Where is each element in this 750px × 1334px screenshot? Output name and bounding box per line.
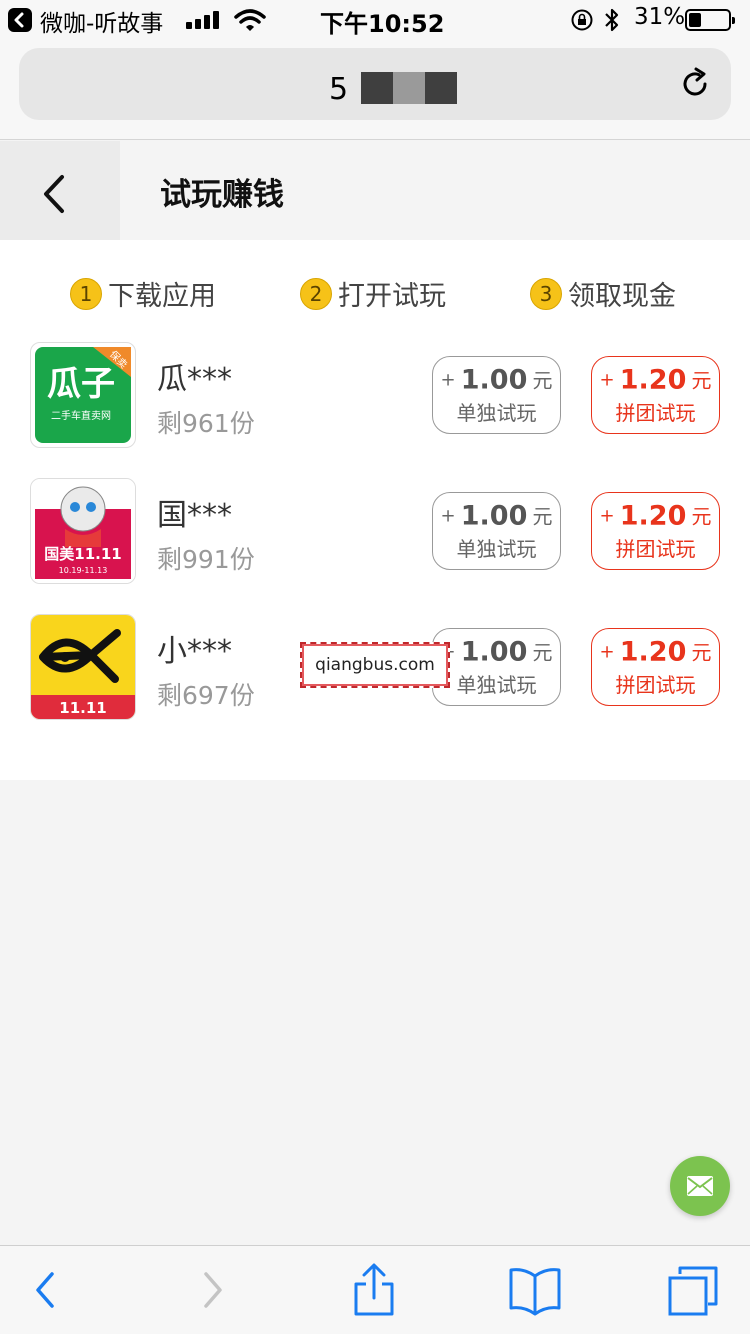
- app-row[interactable]: 国美11.11 10.19-11.13 国*** 剩991份 + 1.00 元 …: [0, 478, 750, 584]
- back-arrow-icon[interactable]: [30, 1262, 60, 1318]
- group-trial-button[interactable]: + 1.20 元 拼团试玩: [591, 356, 720, 434]
- forward-arrow-icon[interactable]: [198, 1262, 228, 1318]
- signal-icon: [186, 11, 222, 29]
- icon-subtitle: 二手车直卖网: [51, 409, 111, 422]
- icon-subtitle: 11.11: [59, 699, 106, 717]
- app-name: 小***: [157, 634, 232, 669]
- battery-level-fill: [689, 13, 701, 27]
- steps-guide: 1 下载应用 2 打开试玩 3 领取现金: [0, 274, 750, 314]
- trial-task-panel: 1 下载应用 2 打开试玩 3 领取现金 瓜子 二手车直卖网 保卖 瓜*** 剩…: [0, 240, 750, 780]
- share-icon[interactable]: [352, 1262, 396, 1318]
- browser-address-area: 5: [0, 40, 750, 140]
- remaining-count: 剩697份: [157, 681, 255, 710]
- browser-toolbar: [0, 1245, 750, 1334]
- battery-percent: 31%: [634, 4, 686, 30]
- group-trial-button[interactable]: + 1.20 元 拼团试玩: [591, 492, 720, 570]
- back-button[interactable]: [0, 141, 120, 240]
- gome-app-icon[interactable]: 国美11.11 10.19-11.13: [30, 478, 136, 584]
- watermark-stamp: qiangbus.com: [300, 642, 450, 688]
- app-name: 瓜***: [157, 362, 232, 397]
- back-to-app-icon[interactable]: [8, 8, 32, 32]
- battery-icon: [685, 9, 735, 31]
- icon-title: 国美11.11: [44, 545, 121, 563]
- icon-subtitle: 10.19-11.13: [59, 566, 108, 575]
- remaining-count: 剩961份: [157, 409, 255, 438]
- guazi-app-icon[interactable]: 瓜子 二手车直卖网 保卖: [30, 342, 136, 448]
- reload-icon[interactable]: [677, 66, 713, 102]
- group-trial-button[interactable]: + 1.20 元 拼团试玩: [591, 628, 720, 706]
- remaining-count: 剩991份: [157, 545, 255, 574]
- step-label: 打开试玩: [338, 281, 446, 312]
- app-row[interactable]: 瓜子 二手车直卖网 保卖 瓜*** 剩961份 + 1.00 元 单独试玩 + …: [0, 342, 750, 448]
- back-app-label[interactable]: 微咖-听故事: [40, 4, 163, 38]
- step-1: 1 下载应用: [70, 274, 216, 313]
- solo-trial-button[interactable]: + 1.00 元 单独试玩: [432, 492, 561, 570]
- rotation-lock-icon: [571, 9, 593, 31]
- status-bar: 微咖-听故事 下午10:52 31%: [0, 0, 750, 40]
- address-redaction: [361, 72, 457, 104]
- address-bar[interactable]: 5: [19, 48, 731, 120]
- tabs-icon[interactable]: [666, 1262, 720, 1318]
- icon-title: 瓜子: [47, 364, 115, 404]
- step-number: 2: [300, 277, 332, 310]
- bluetooth-icon: [605, 8, 619, 32]
- step-2: 2 打开试玩: [300, 274, 446, 313]
- step-label: 领取现金: [568, 281, 676, 312]
- solo-trial-button[interactable]: + 1.00 元 单独试玩: [432, 628, 561, 706]
- page-header: 试玩赚钱: [0, 141, 750, 240]
- chevron-left-icon: [44, 175, 64, 213]
- step-number: 1: [70, 277, 102, 310]
- clock: 下午10:52: [320, 10, 445, 38]
- message-button[interactable]: [670, 1156, 730, 1216]
- step-number: 3: [530, 277, 562, 310]
- step-3: 3 领取现金: [530, 274, 676, 313]
- envelope-icon: [687, 1176, 713, 1196]
- solo-trial-button[interactable]: + 1.00 元 单独试玩: [432, 356, 561, 434]
- xiaoyu-app-icon[interactable]: 11.11: [30, 614, 136, 720]
- bookmarks-icon[interactable]: [508, 1262, 562, 1318]
- app-name: 国***: [157, 498, 232, 533]
- wifi-icon: [234, 9, 266, 31]
- step-label: 下载应用: [108, 281, 216, 312]
- address-text[interactable]: 5: [329, 72, 348, 107]
- page-title: 试玩赚钱: [160, 177, 284, 213]
